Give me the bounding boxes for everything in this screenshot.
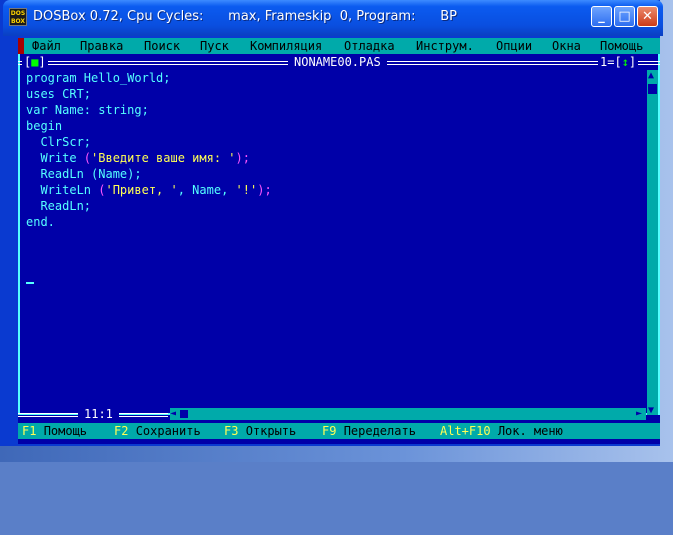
code-line[interactable]: begin [26,118,62,134]
menu-system-marker [18,38,24,54]
title-bar[interactable]: DOS BOX DOSBox 0.72, Cpu Cycles: max, Fr… [3,0,663,36]
code-token: ); [257,183,272,197]
hotkey-label: Сохранить [135,424,201,438]
string-literal: 'Введите ваше имя: ' [91,151,236,165]
hotkey-key: F2 [114,424,129,438]
menu-tools[interactable]: Инструм. [416,38,474,54]
code-token: Write [26,151,84,165]
close-button[interactable]: ✕ [637,6,658,27]
horizontal-scroll-thumb[interactable] [180,410,188,418]
window-number-label: 1=[ [600,55,622,69]
menu-windows[interactable]: Окна [552,38,581,54]
code-line[interactable]: end. [26,214,55,230]
code-line[interactable]: WriteLn ('Привет, ', Name, '!'); [26,182,272,198]
hotkey-redo[interactable]: F9 Переделать [322,423,416,439]
zoom-icon[interactable]: ↕ [622,55,629,69]
editor-frame-bottom: 11:1 ◄ ► [18,406,660,422]
hotkey-open[interactable]: F3 Открыть [224,423,296,439]
code-token: ReadLn; [26,199,92,213]
hotkey-local-menu[interactable]: Alt+F10 Лок. меню [440,423,563,439]
code-token: var Name: string; [26,103,149,117]
editor-frame-top: [■] NONAME00.PAS 1=[↕] [18,54,660,70]
menu-options[interactable]: Опции [496,38,532,54]
menu-file[interactable]: Файл [32,38,61,54]
window-number-end: ] [628,55,637,69]
hotkey-label: Лок. меню [497,424,563,438]
menu-run[interactable]: Пуск [200,38,229,54]
code-token: program Hello_World; [26,71,171,85]
cursor-position: 11:1 [78,406,119,422]
code-line[interactable]: var Name: string; [26,102,149,118]
code-token: end. [26,215,55,229]
code-token: WriteLn [26,183,99,197]
code-token: ); [235,151,250,165]
code-token: uses CRT; [26,87,92,101]
code-token: ( [83,151,92,165]
text-cursor [26,282,34,284]
hotkey-save[interactable]: F2 Сохранить [114,423,201,439]
hotkey-key: F1 [22,424,37,438]
hotkey-label: Помощь [43,424,88,438]
vertical-scroll-thumb[interactable] [648,84,657,94]
string-literal: 'Привет, ' [105,183,178,197]
vertical-scrollbar[interactable]: ▲ ▼ [647,68,658,416]
editor-file-name: NONAME00.PAS [288,54,387,70]
code-token: , Name, [177,183,236,197]
menu-bar: Файл Правка Поиск Пуск Компиляция Отладк… [18,38,660,54]
hotkey-label: Переделать [343,424,416,438]
window-close-box[interactable]: [■] [22,54,48,70]
code-line[interactable]: program Hello_World; [26,70,171,86]
dosbox-window: DOS BOX DOSBox 0.72, Cpu Cycles: max, Fr… [0,0,663,446]
app-icon-text-bottom: BOX [10,18,26,25]
horizontal-scrollbar[interactable]: ◄ ► [170,408,646,420]
menu-compile[interactable]: Компиляция [250,38,322,54]
hotkey-key: Alt+F10 [440,424,491,438]
window-title: DOSBox 0.72, Cpu Cycles: max, Frameskip … [33,9,458,24]
code-editor[interactable]: program Hello_World;uses CRT; var Name: s… [26,70,638,410]
hotkey-key: F3 [224,424,239,438]
turbo-pascal-screen: Файл Правка Поиск Пуск Компиляция Отладк… [18,38,660,444]
scroll-up-icon[interactable]: ▲ [648,68,654,84]
dosbox-app-icon[interactable]: DOS BOX [9,8,27,26]
menu-edit[interactable]: Правка [80,38,123,54]
maximize-button[interactable]: □ [614,6,635,27]
hotkey-label: Открыть [245,424,297,438]
code-line[interactable]: ReadLn (Name); [26,166,142,182]
window-number[interactable]: 1=[↕] [598,54,639,70]
menu-search[interactable]: Поиск [144,38,180,54]
hotkey-key: F9 [322,424,337,438]
code-token: begin [26,119,63,133]
code-token: ClrScr; [26,135,92,149]
hotkey-bar: F1 Помощь F2 Сохранить F3 Открыть F9 Пер… [18,423,660,439]
code-token: ReadLn (Name); [26,167,142,181]
code-line[interactable]: uses CRT; [26,86,91,102]
close-box-right: ] [38,55,46,69]
code-line[interactable]: Write ('Введите ваше имя: '); [26,150,250,166]
app-icon-text-top: DOS [10,10,26,17]
code-line[interactable]: ClrScr; [26,134,91,150]
hotkey-help[interactable]: F1 Помощь [22,423,87,439]
string-literal: '!' [235,183,258,197]
minimize-button[interactable]: _ [591,6,612,27]
code-line[interactable]: ReadLn; [26,198,91,214]
menu-help[interactable]: Помощь [600,38,643,54]
scroll-left-icon[interactable]: ◄ [170,406,176,422]
menu-debug[interactable]: Отладка [344,38,395,54]
scroll-right-icon[interactable]: ► [636,406,642,422]
